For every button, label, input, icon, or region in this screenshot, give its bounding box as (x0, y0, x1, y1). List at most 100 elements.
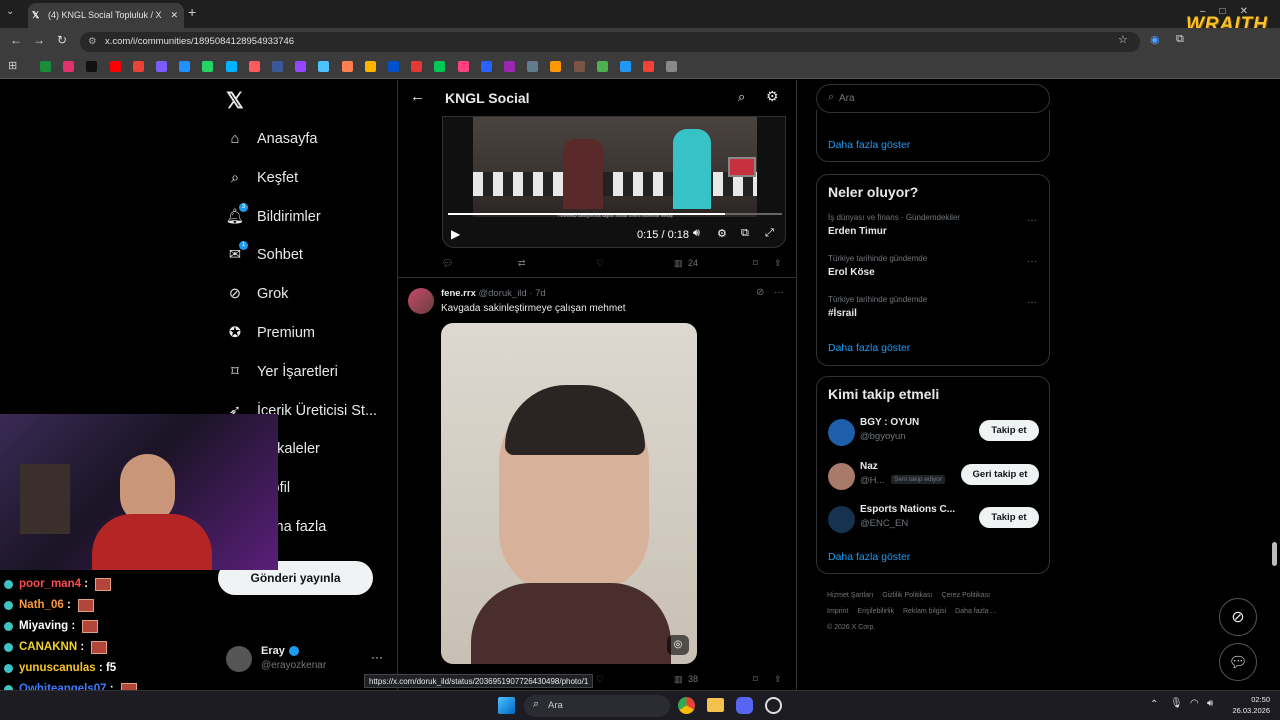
suggestion-name[interactable]: BGY : OYUN (860, 417, 919, 428)
bookmark-favicon-icon[interactable] (109, 61, 121, 72)
footer-link[interactable]: Daha fazla ... (955, 608, 996, 615)
search-icon[interactable]: ⌕ (738, 89, 745, 105)
image-edit-icon[interactable]: ◎ (667, 635, 689, 655)
post-time[interactable]: · 7d (529, 288, 545, 299)
grok-icon[interactable]: ⊘ (756, 287, 764, 298)
like-icon[interactable]: ♡ (596, 258, 604, 269)
bookmark-favicon-icon[interactable] (550, 61, 562, 72)
bookmark-favicon-icon[interactable] (620, 61, 631, 72)
back-icon[interactable]: ← (10, 33, 22, 47)
back-arrow-icon[interactable]: ← (410, 88, 425, 105)
follow-show-more-link[interactable]: Daha fazla göster (828, 551, 910, 563)
active-tab[interactable]: 𝕏 (4) KNGL Social Topluluk / X ✕ (28, 3, 184, 28)
repost-icon[interactable]: ⇄ (518, 258, 526, 269)
video-player[interactable]: Yönetimsiz kaldığımızda sağlıklı dostlar… (442, 116, 786, 248)
tab-close-icon[interactable]: ✕ (170, 3, 178, 28)
bookmark-favicon-icon[interactable] (527, 61, 539, 72)
bookmark-favicon-icon[interactable] (86, 61, 98, 72)
bookmark-favicon-icon[interactable] (643, 61, 655, 72)
footer-link[interactable]: Çerez Politikası (941, 592, 990, 599)
grok-float-button[interactable]: ⊘ (1219, 598, 1257, 636)
footer-link[interactable]: © 2026 X Corp. (827, 624, 875, 631)
bookmark-favicon-icon[interactable] (480, 61, 492, 72)
bookmark-star-icon[interactable]: ☆ (1118, 33, 1128, 46)
bookmark-favicon-icon[interactable] (573, 61, 585, 72)
suggestion-name[interactable]: Esports Nations C... (860, 504, 955, 515)
reload-icon[interactable]: ↻ (57, 33, 67, 47)
discord-icon[interactable] (736, 697, 753, 714)
bookmark-favicon-icon[interactable] (156, 61, 167, 72)
x-logo-icon[interactable]: 𝕏 (226, 88, 244, 114)
bookmark-icon[interactable]: ⌑ (753, 674, 758, 685)
tab-search-icon[interactable]: ⌄ (6, 6, 14, 17)
site-info-icon[interactable]: ⚙ (88, 32, 97, 52)
follow-button[interactable]: Takip et (979, 420, 1039, 441)
footer-link[interactable]: Erişilebilirlik (857, 608, 894, 615)
bookmark-favicon-icon[interactable] (457, 61, 469, 72)
trend-more-icon[interactable]: ··· (1027, 256, 1037, 267)
bookmark-favicon-icon[interactable] (388, 61, 399, 72)
trend-more-icon[interactable]: ··· (1027, 215, 1037, 226)
like-icon[interactable]: ♡ (596, 674, 604, 685)
more-options-icon[interactable]: ··· (371, 650, 383, 664)
bookmark-icon[interactable]: ⌑ (753, 258, 758, 269)
footer-link[interactable]: Reklam bilgisi (903, 608, 946, 615)
microphone-icon[interactable]: 🎙︎ (1170, 698, 1183, 709)
trend-name[interactable]: Erol Köse (828, 267, 875, 278)
url-field[interactable]: ⚙ x.com/i/communities/189508412895493374… (80, 32, 1140, 52)
taskbar-search-input[interactable]: ⌕ Ara (524, 695, 670, 717)
bookmark-favicon-icon[interactable] (411, 61, 423, 72)
footer-link[interactable]: Imprint (827, 608, 848, 615)
avatar[interactable] (828, 419, 855, 446)
trend-name[interactable]: #İsrail (828, 308, 857, 319)
fullscreen-icon[interactable]: ⤢ (765, 227, 774, 240)
nav-item[interactable]: ⊘ Grok (226, 282, 289, 306)
apps-grid-icon[interactable]: ⊞ (8, 59, 17, 72)
bookmark-favicon-icon[interactable] (318, 61, 330, 72)
avatar[interactable] (408, 288, 434, 314)
more-options-icon[interactable]: ··· (774, 287, 784, 298)
footer-link[interactable]: Hizmet Şartları (827, 592, 873, 599)
bookmark-favicon-icon[interactable] (272, 61, 283, 72)
tray-chevron-icon[interactable]: ⌃ (1150, 699, 1158, 710)
speaker-icon[interactable]: 🔊︎ (1207, 698, 1213, 709)
nav-item[interactable]: 🔔︎ 3 Bildirimler (226, 202, 321, 229)
settings-gear-icon[interactable]: ⚙ (766, 88, 779, 105)
author-name[interactable]: fene.rrx (441, 288, 476, 299)
bookmark-favicon-icon[interactable] (63, 61, 75, 72)
bookmark-favicon-icon[interactable] (225, 61, 237, 72)
nav-item[interactable]: ⌂ Anasayfa (226, 127, 318, 151)
bookmark-favicon-icon[interactable] (295, 61, 307, 72)
show-more-link[interactable]: Daha fazla göster (828, 139, 910, 151)
follow-button[interactable]: Takip et (979, 507, 1039, 528)
start-icon[interactable] (498, 697, 515, 714)
bookmark-favicon-icon[interactable] (202, 61, 214, 72)
trend-more-icon[interactable]: ··· (1027, 297, 1037, 308)
volume-icon[interactable]: 🔊︎ (693, 227, 700, 240)
picture-in-picture-icon[interactable]: ⧉ (741, 227, 749, 240)
video-progress-track[interactable] (448, 213, 782, 215)
views-icon[interactable]: ▥ (674, 674, 683, 685)
avatar[interactable] (828, 462, 855, 490)
bookmark-favicon-icon[interactable] (666, 61, 678, 72)
share-icon[interactable]: ⇪ (774, 258, 782, 269)
nav-item[interactable]: ✉ 1 Sohbet (226, 241, 303, 267)
chrome-icon[interactable] (678, 697, 695, 714)
extension-icon[interactable]: ◉ (1150, 33, 1160, 46)
app-icon[interactable] (765, 697, 782, 714)
author-handle[interactable]: @doruk_ild (479, 288, 527, 299)
bookmark-favicon-icon[interactable] (434, 61, 446, 72)
views-icon[interactable]: ▥ (674, 258, 683, 269)
bookmark-favicon-icon[interactable] (40, 61, 51, 72)
bookmark-favicon-icon[interactable] (364, 61, 376, 72)
nav-item[interactable]: ⌕ Keşfet (226, 166, 298, 190)
file-explorer-icon[interactable] (707, 698, 724, 712)
play-icon[interactable]: ▶ (451, 227, 460, 241)
search-input[interactable]: ⌕ Ara (816, 84, 1050, 113)
reply-icon[interactable]: 💬︎ (442, 258, 453, 269)
bookmark-favicon-icon[interactable] (341, 61, 353, 72)
bookmark-favicon-icon[interactable] (132, 61, 144, 72)
bookmark-favicon-icon[interactable] (179, 61, 191, 72)
suggestion-name[interactable]: Naz (860, 461, 878, 472)
page-scrollbar[interactable] (1272, 542, 1277, 566)
